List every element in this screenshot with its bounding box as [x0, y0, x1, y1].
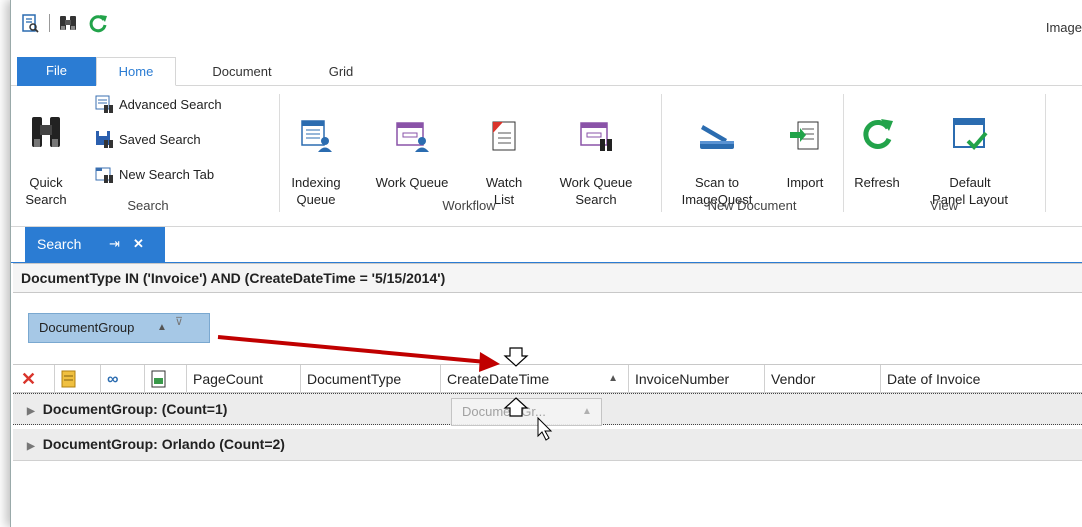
- drag-annotation-overlay: [217, 335, 553, 441]
- drop-indicator-up-icon: [503, 397, 529, 417]
- mouse-cursor-icon: [537, 416, 553, 441]
- red-arrow-icon: [217, 335, 500, 372]
- drop-indicator-down-icon: [503, 347, 529, 367]
